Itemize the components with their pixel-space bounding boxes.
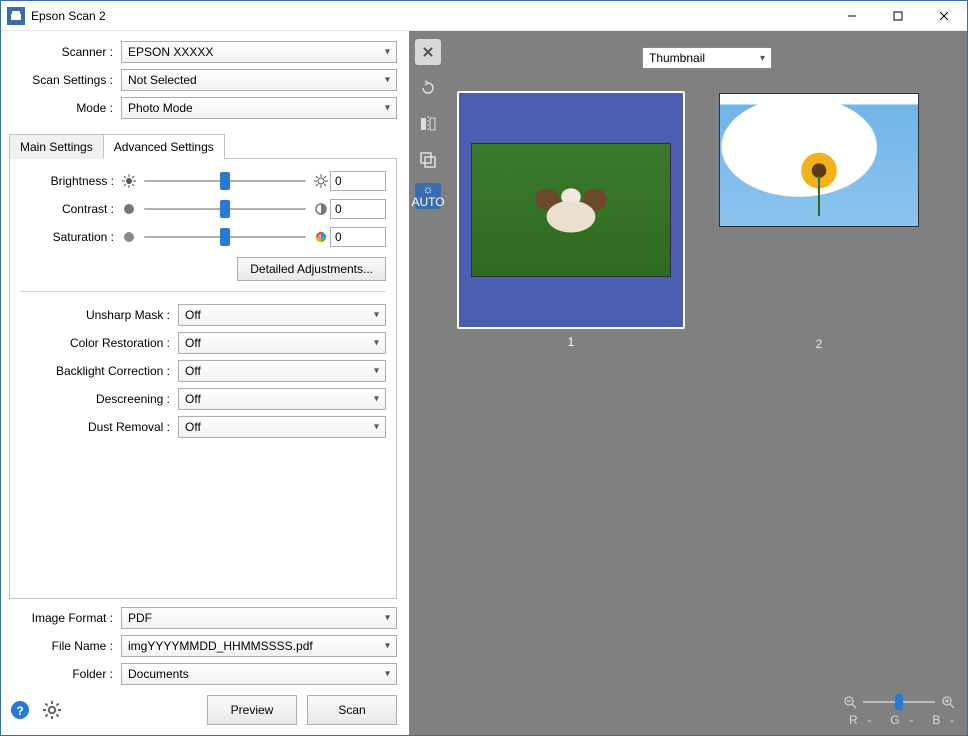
folder-label: Folder : [9, 667, 121, 681]
preview-button[interactable]: Preview [207, 695, 297, 725]
app-icon [7, 7, 25, 25]
mirror-button[interactable] [415, 111, 441, 137]
chevron-down-icon: ▾ [760, 53, 765, 64]
settings-panel: Scanner : EPSON XXXXX▾ Scan Settings : N… [1, 31, 409, 735]
thumbnail-1[interactable]: 1 [457, 91, 685, 351]
chevron-down-icon: ▾ [385, 75, 390, 86]
image-format-label: Image Format : [9, 611, 121, 625]
scanner-select[interactable]: EPSON XXXXX▾ [121, 41, 397, 63]
settings-gear-button[interactable] [41, 699, 63, 721]
descreening-select[interactable]: Off▾ [178, 388, 386, 410]
tab-main-settings[interactable]: Main Settings [9, 134, 104, 159]
thumbnail-number: 2 [705, 337, 933, 351]
backlight-correction-select[interactable]: Off▾ [178, 360, 386, 382]
chevron-down-icon: ▾ [385, 613, 390, 624]
mode-label: Mode : [9, 101, 121, 115]
select-all-button[interactable] [415, 147, 441, 173]
chevron-down-icon: ▾ [374, 310, 379, 321]
zoom-in-icon[interactable] [941, 695, 955, 709]
brightness-slider[interactable] [144, 172, 306, 190]
color-restoration-select[interactable]: Off▾ [178, 332, 386, 354]
chevron-down-icon: ▾ [374, 338, 379, 349]
saturation-label: Saturation : [20, 230, 120, 244]
color-restoration-label: Color Restoration : [20, 336, 178, 350]
zoom-slider[interactable] [863, 701, 935, 703]
thumbnail-image [471, 143, 671, 277]
window-title: Epson Scan 2 [31, 9, 829, 23]
saturation-high-icon [312, 231, 330, 243]
chevron-down-icon: ▾ [374, 394, 379, 405]
detailed-adjustments-button[interactable]: Detailed Adjustments... [237, 257, 386, 281]
file-name-label: File Name : [9, 639, 121, 653]
saturation-low-icon [120, 231, 138, 243]
image-format-select[interactable]: PDF▾ [121, 607, 397, 629]
help-button[interactable]: ? [9, 699, 31, 721]
close-button[interactable] [921, 1, 967, 31]
divider [20, 291, 386, 292]
descreening-label: Descreening : [20, 392, 178, 406]
rotate-button[interactable] [415, 75, 441, 101]
chevron-down-icon: ▾ [385, 47, 390, 58]
brightness-low-icon [120, 174, 138, 188]
chevron-down-icon: ▾ [374, 422, 379, 433]
scan-button[interactable]: Scan [307, 695, 397, 725]
saturation-slider[interactable] [144, 228, 306, 246]
backlight-correction-label: Backlight Correction : [20, 364, 178, 378]
zoom-out-icon[interactable] [843, 695, 857, 709]
sun-icon: ☼ [423, 183, 434, 195]
settings-tabs: Main Settings Advanced Settings [9, 133, 397, 158]
thumbnail-image [719, 93, 919, 227]
svg-text:?: ? [16, 704, 23, 718]
scan-settings-label: Scan Settings : [9, 73, 121, 87]
maximize-button[interactable] [875, 1, 921, 31]
file-name-select[interactable]: imgYYYYMMDD_HHMMSSSS.pdf▾ [121, 635, 397, 657]
contrast-label: Contrast : [20, 202, 120, 216]
thumbnail-2[interactable]: 2 [705, 91, 933, 351]
title-bar: Epson Scan 2 [1, 1, 967, 31]
contrast-high-icon [312, 203, 330, 215]
unsharp-mask-label: Unsharp Mask : [20, 308, 178, 322]
chevron-down-icon: ▾ [385, 669, 390, 680]
preview-panel: ☼AUTO Thumbnail▾ 1 2 [409, 31, 967, 735]
unsharp-mask-select[interactable]: Off▾ [178, 304, 386, 326]
preview-toolstrip: ☼AUTO [409, 31, 447, 735]
chevron-down-icon: ▾ [385, 103, 390, 114]
contrast-low-icon [120, 203, 138, 215]
advanced-settings-panel: Brightness : 0 Contrast : 0 Saturation :… [9, 158, 397, 599]
auto-exposure-button[interactable]: ☼AUTO [415, 183, 441, 209]
minimize-button[interactable] [829, 1, 875, 31]
brightness-label: Brightness : [20, 174, 120, 188]
thumbnail-number: 1 [457, 335, 685, 349]
rgb-readout: R - G - B - [849, 713, 955, 727]
contrast-value[interactable]: 0 [330, 199, 386, 219]
contrast-slider[interactable] [144, 200, 306, 218]
scanner-label: Scanner : [9, 45, 121, 59]
preview-view-select[interactable]: Thumbnail▾ [642, 47, 772, 69]
dust-removal-select[interactable]: Off▾ [178, 416, 386, 438]
saturation-value[interactable]: 0 [330, 227, 386, 247]
chevron-down-icon: ▾ [385, 641, 390, 652]
tab-advanced-settings[interactable]: Advanced Settings [103, 134, 225, 159]
chevron-down-icon: ▾ [374, 366, 379, 377]
scan-settings-select[interactable]: Not Selected▾ [121, 69, 397, 91]
dust-removal-label: Dust Removal : [20, 420, 178, 434]
brightness-value[interactable]: 0 [330, 171, 386, 191]
brightness-high-icon [312, 174, 330, 188]
close-preview-button[interactable] [415, 39, 441, 65]
folder-select[interactable]: Documents▾ [121, 663, 397, 685]
zoom-control: R - G - B - [843, 695, 955, 727]
mode-select[interactable]: Photo Mode▾ [121, 97, 397, 119]
